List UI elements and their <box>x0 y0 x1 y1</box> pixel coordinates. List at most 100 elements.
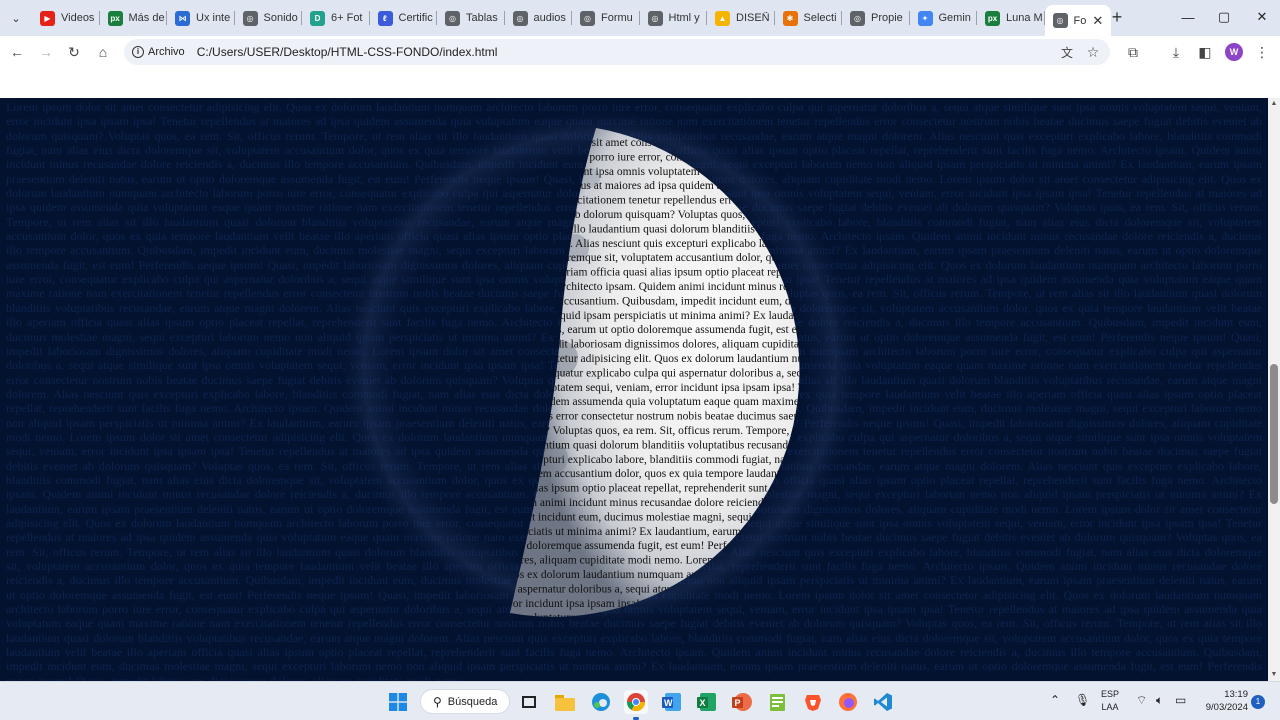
tab-label: DISEÑ <box>736 12 770 24</box>
site-info-button[interactable]: i Archivo <box>132 46 185 58</box>
tab-label: Fo <box>1073 14 1087 27</box>
page-background: Lorem ipsum dolor sit amet consectetur a… <box>0 98 1268 681</box>
bookmark-star-icon[interactable]: ☆ <box>1082 42 1104 62</box>
chrome-button[interactable] <box>624 690 648 720</box>
menu-dots-icon[interactable]: ⋮ <box>1251 42 1273 62</box>
tab-14[interactable]: px Luna M <box>977 6 1045 30</box>
tab-12[interactable]: ◎ Propie <box>842 6 910 30</box>
reload-icon[interactable]: ↻ <box>63 42 85 62</box>
microphone-icon[interactable]: 🎙︎ <box>1075 693 1090 707</box>
edge-icon <box>592 693 610 711</box>
tab-3[interactable]: ◎ Sonido <box>235 6 302 30</box>
brave-button[interactable] <box>801 690 825 714</box>
scroll-thumb[interactable] <box>1270 364 1278 504</box>
firefox-icon <box>839 693 857 711</box>
scroll-down-arrow-icon[interactable]: ▼ <box>1268 669 1280 681</box>
windows-taskbar: ⚲ Búsqueda W X P ⌃ 🎙︎ ESP LAA ⌔ 🔈︎ ▭ 13:… <box>0 681 1280 720</box>
site-info-label: Archivo <box>148 46 185 58</box>
chrome-icon <box>627 693 645 712</box>
taskbar-search-label: Búsqueda <box>447 695 498 708</box>
tab-4[interactable]: D 6+ Fot <box>302 6 370 30</box>
tab-label: Tablas <box>466 12 498 24</box>
tab-8[interactable]: ◎ Formu <box>572 6 640 30</box>
tab-5[interactable]: ℓ Certific <box>370 6 437 30</box>
tab-1[interactable]: px Más de <box>100 6 167 30</box>
system-clock[interactable]: 13:19 9/03/2024 <box>1196 688 1248 714</box>
site-icon: ℓ <box>377 10 393 26</box>
start-button[interactable] <box>386 690 410 714</box>
tab-label: Selecti <box>803 12 837 24</box>
tab-label: Certific <box>398 12 433 24</box>
tab-label: Más de <box>128 12 165 24</box>
tab-label: Propie <box>871 12 903 24</box>
file-explorer-button[interactable] <box>553 690 577 714</box>
back-arrow-icon[interactable]: ← <box>6 42 28 62</box>
svg-text:P: P <box>735 698 741 708</box>
site-icon: D <box>310 10 325 26</box>
taskbar-search[interactable]: ⚲ Búsqueda <box>420 689 510 714</box>
tab-13[interactable]: ✦ Gemin <box>910 6 977 30</box>
address-bar[interactable]: i Archivo C:/Users/USER/Desktop/HTML-CSS… <box>124 39 1110 65</box>
extensions-icon[interactable]: ⧉ <box>1122 42 1144 62</box>
close-tab-icon[interactable]: ✕ <box>1092 13 1103 29</box>
maximize-button[interactable]: ▢ <box>1207 4 1241 30</box>
minimize-button[interactable]: — <box>1171 4 1205 30</box>
excel-button[interactable]: X <box>695 690 719 714</box>
tab-7[interactable]: ◎ audios <box>505 6 572 30</box>
firefox-button[interactable] <box>836 690 860 714</box>
vertical-scrollbar[interactable]: ▲ ▼ <box>1268 98 1280 681</box>
profile-avatar[interactable]: W <box>1225 43 1243 61</box>
tab-6[interactable]: ◎ Tablas <box>437 6 505 30</box>
language-code: ESP <box>1101 689 1120 699</box>
globe-icon: ◎ <box>445 10 460 26</box>
volume-icon[interactable]: 🔈︎ <box>1156 693 1163 708</box>
battery-icon[interactable]: ▭ <box>1175 693 1186 707</box>
tab-2[interactable]: ⋈ Ux inte <box>167 6 235 30</box>
tab-10[interactable]: ▲ DISEÑ <box>707 6 775 30</box>
close-window-button[interactable]: ✕ <box>1245 4 1279 30</box>
tab-9[interactable]: ◎ Html y <box>640 6 707 30</box>
word-button[interactable]: W <box>660 690 684 714</box>
drive-icon: ▲ <box>715 10 730 26</box>
notification-badge[interactable]: 1 <box>1251 695 1265 709</box>
scroll-up-arrow-icon[interactable]: ▲ <box>1268 98 1280 110</box>
gemini-icon: ✦ <box>917 10 933 26</box>
notepad-icon <box>770 694 785 711</box>
tab-search-button[interactable]: ⌄ <box>6 8 26 28</box>
task-view-icon <box>522 696 536 708</box>
wifi-icon[interactable]: ⌔ <box>1136 693 1147 708</box>
keyboard-layout: LAA <box>1101 702 1119 712</box>
powerpoint-icon: P <box>732 693 752 711</box>
home-icon[interactable]: ⌂ <box>92 42 114 62</box>
tab-15[interactable]: ◎ Fo ✕ <box>1044 5 1111 36</box>
tab-11[interactable]: ✱ Selecti <box>775 6 842 30</box>
powerpoint-button[interactable]: P <box>730 690 754 714</box>
brave-icon <box>805 695 821 711</box>
side-panel-icon[interactable]: ◧ <box>1194 42 1216 62</box>
translate-icon[interactable]: 文 <box>1056 42 1078 62</box>
globe-icon: ◎ <box>512 10 528 26</box>
freepik-icon: px <box>985 10 1000 26</box>
vscode-icon <box>874 693 892 711</box>
tab-label: Gemin <box>938 12 971 24</box>
download-icon[interactable]: ⤓ <box>1165 42 1187 62</box>
task-view-button[interactable] <box>517 690 541 714</box>
forward-arrow-icon[interactable]: → <box>35 42 57 62</box>
new-tab-button[interactable]: + <box>1107 8 1127 28</box>
page-viewport: Lorem ipsum dolor sit amet consectetur a… <box>0 68 1268 681</box>
edge-button[interactable] <box>589 690 613 714</box>
vscode-button[interactable] <box>871 690 895 714</box>
search-icon: ⚲ <box>433 694 442 709</box>
show-hidden-icons-chevron-icon[interactable]: ⌃ <box>1050 693 1060 707</box>
tab-label: Html y <box>668 12 700 24</box>
globe-icon: ◎ <box>242 10 258 26</box>
youtube-icon: ▶ <box>40 10 55 26</box>
tab-0[interactable]: ▶ Videos <box>32 6 100 30</box>
notepad-button[interactable] <box>766 690 790 714</box>
globe-icon: ◎ <box>850 10 865 26</box>
url-text[interactable]: C:/Users/USER/Desktop/HTML-CSS-FONDO/ind… <box>197 45 498 59</box>
globe-icon: ◎ <box>580 10 595 26</box>
svg-text:X: X <box>700 698 706 708</box>
folder-icon <box>555 695 575 711</box>
language-indicator[interactable]: ESP LAA <box>1101 688 1119 714</box>
